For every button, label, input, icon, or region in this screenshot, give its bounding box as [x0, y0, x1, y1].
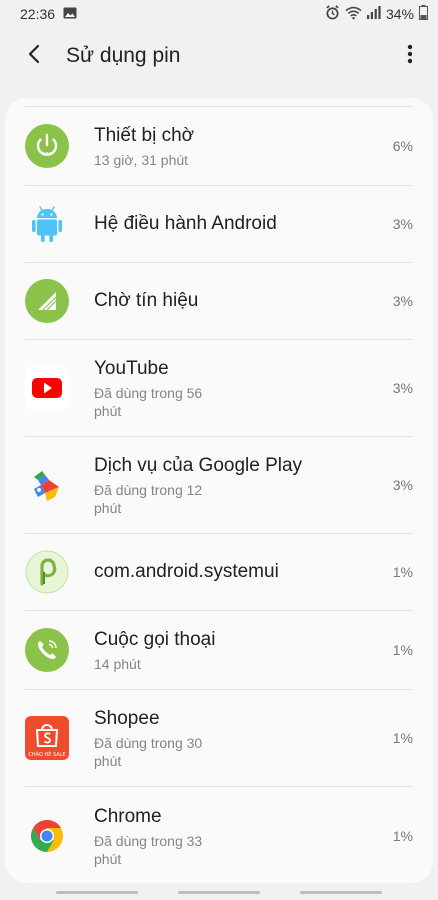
shopee-icon-text: CHÀO HÈ SALE: [28, 750, 65, 758]
status-left: 22:36: [20, 6, 77, 22]
item-subtitle: Đã dùng trong 33 phút: [94, 832, 203, 867]
back-button[interactable]: [6, 28, 62, 84]
item-title: Chrome: [94, 805, 162, 827]
status-bar: 22:36 34%: [0, 0, 438, 28]
item-subtitle: Đã dùng trong 30 phút: [94, 734, 203, 769]
list-item-standby[interactable]: Thiết bị chờ 13 giờ, 31 phút 6%: [25, 107, 413, 186]
row-text: Shopee Đã dùng trong 30 phút: [94, 707, 324, 770]
alarm-icon: [325, 5, 340, 23]
row-text: Chrome Đã dùng trong 33 phút: [94, 805, 324, 868]
nav-back-button[interactable]: [300, 891, 382, 894]
battery-usage-card: Thiết bị chờ 13 giờ, 31 phút 6% Hệ điều …: [5, 98, 433, 883]
item-title: Thiết bị chờ: [94, 124, 195, 146]
item-title: YouTube: [94, 357, 169, 379]
item-title: Chờ tín hiệu: [94, 290, 199, 311]
google-play-services-icon: [25, 463, 69, 507]
battery-icon: [419, 5, 428, 23]
item-percent: 1%: [392, 642, 413, 658]
more-vert-icon: [407, 44, 413, 69]
list-item-systemui[interactable]: com.android.systemui 1%: [25, 534, 413, 611]
nav-recents-button[interactable]: [56, 891, 138, 894]
nav-home-button[interactable]: [178, 891, 260, 894]
item-title: Hệ điều hành Android: [94, 213, 277, 234]
item-subtitle: 13 giờ, 31 phút: [94, 151, 189, 168]
item-title: Shopee: [94, 707, 160, 729]
wifi-icon: [345, 6, 362, 23]
item-percent: 3%: [392, 293, 413, 309]
more-options-button[interactable]: [388, 28, 432, 84]
item-subtitle: 14 phút: [94, 655, 141, 672]
chrome-icon: [25, 814, 69, 858]
android-icon: [25, 202, 69, 246]
shopee-icon: CHÀO HÈ SALE: [25, 716, 69, 760]
list-item-android-os[interactable]: Hệ điều hành Android 3%: [25, 186, 413, 263]
row-text: YouTube Đã dùng trong 56 phút: [94, 357, 324, 420]
row-text: Thiết bị chờ 13 giờ, 31 phút: [94, 124, 324, 169]
list-item-chrome[interactable]: Chrome Đã dùng trong 33 phút 1%: [25, 787, 413, 883]
row-text: Chờ tín hiệu: [94, 289, 324, 313]
item-title: Dịch vụ của Google Play: [94, 454, 303, 476]
signal-icon: [366, 6, 381, 22]
item-percent: 1%: [392, 828, 413, 844]
back-arrow-icon: [27, 44, 41, 69]
row-text: Dịch vụ của Google Play Đã dùng trong 12…: [94, 454, 324, 517]
item-title: Cuộc gọi thoại: [94, 628, 216, 650]
row-text: com.android.systemui: [94, 560, 324, 584]
list-item-signal-standby[interactable]: Chờ tín hiệu 3%: [25, 263, 413, 340]
navigation-bar: [0, 885, 438, 900]
item-percent: 3%: [392, 216, 413, 232]
android-p-icon: [25, 550, 69, 594]
item-percent: 1%: [392, 730, 413, 746]
app-bar: Sử dụng pin: [0, 28, 438, 84]
item-subtitle: Đã dùng trong 12 phút: [94, 481, 203, 516]
status-right: 34%: [325, 5, 428, 23]
item-percent: 3%: [392, 380, 413, 396]
item-title: com.android.systemui: [94, 561, 279, 582]
row-text: Cuộc gọi thoại 14 phút: [94, 628, 324, 673]
row-text: Hệ điều hành Android: [94, 212, 324, 236]
battery-percent: 34%: [385, 6, 414, 22]
item-percent: 1%: [392, 564, 413, 580]
list-item-voice-calls[interactable]: Cuộc gọi thoại 14 phút 1%: [25, 611, 413, 690]
image-icon: [63, 6, 77, 22]
status-time: 22:36: [20, 6, 56, 22]
list-item-google-play-services[interactable]: Dịch vụ của Google Play Đã dùng trong 12…: [25, 437, 413, 534]
list-item-shopee[interactable]: CHÀO HÈ SALE Shopee Đã dùng trong 30 phú…: [25, 690, 413, 787]
signal-standby-icon: [25, 279, 69, 323]
page-title: Sử dụng pin: [66, 44, 181, 67]
item-percent: 3%: [392, 477, 413, 493]
list-item-youtube[interactable]: YouTube Đã dùng trong 56 phút 3%: [25, 340, 413, 437]
phone-call-icon: [25, 628, 69, 672]
youtube-icon: [25, 366, 69, 410]
item-percent: 6%: [392, 138, 413, 154]
battery-usage-list: Thiết bị chờ 13 giờ, 31 phút 6% Hệ điều …: [5, 107, 433, 883]
power-standby-icon: [25, 124, 69, 168]
item-subtitle: Đã dùng trong 56 phút: [94, 384, 203, 419]
